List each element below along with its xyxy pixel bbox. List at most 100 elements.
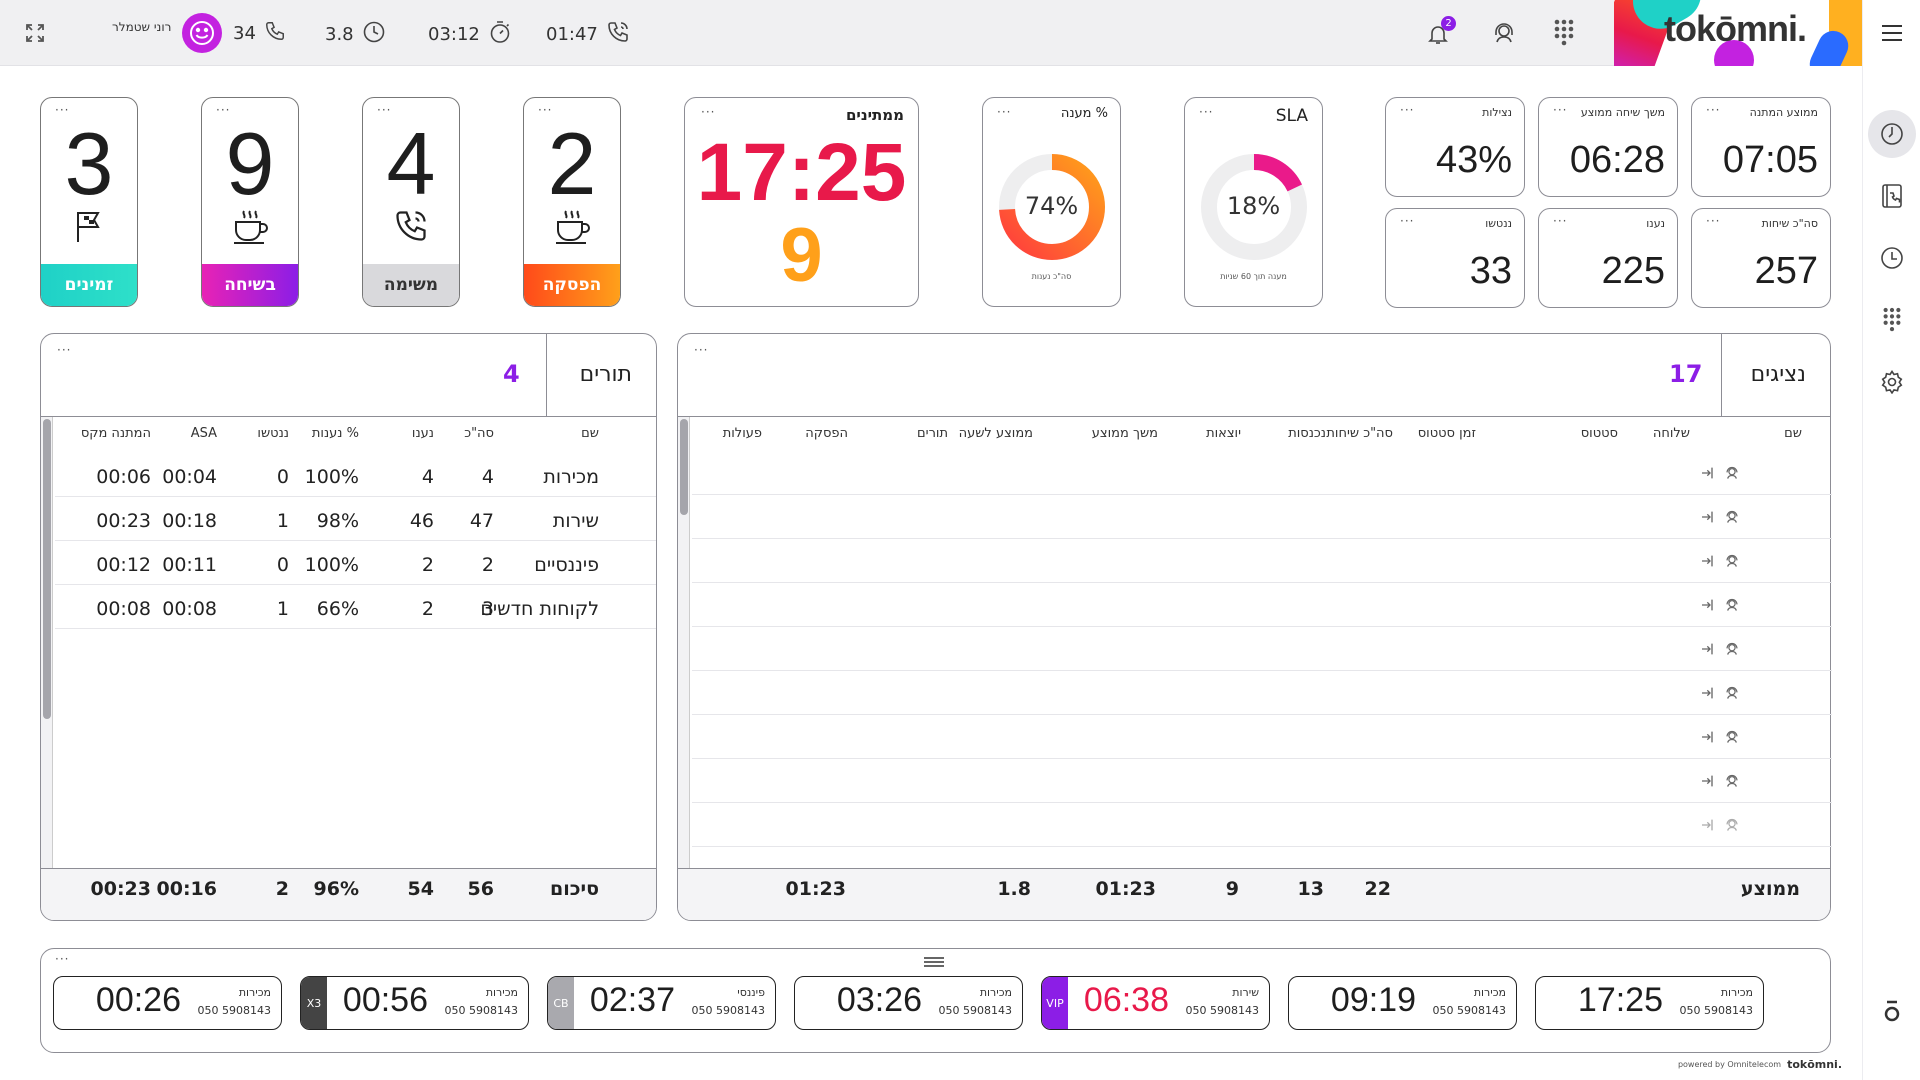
logout-icon[interactable] xyxy=(1700,553,1716,573)
stat-card[interactable]: ··· נצילות 43% xyxy=(1385,97,1525,197)
listen-icon[interactable] xyxy=(1724,509,1740,529)
queue-name[interactable]: שירות xyxy=(553,510,599,532)
logo-text: tokōmni. xyxy=(1664,8,1807,49)
logout-icon[interactable] xyxy=(1700,773,1716,793)
sla-card[interactable]: ··· SLA 18% מענה תוך 60 שניות xyxy=(1184,97,1323,307)
queue-name[interactable]: מכירות xyxy=(543,466,599,488)
agents-col-header[interactable]: שלוחה xyxy=(1653,426,1690,441)
tokomni-o-icon[interactable] xyxy=(1881,998,1903,1024)
phonebook-nav-icon[interactable] xyxy=(1879,182,1905,210)
logout-icon[interactable] xyxy=(1700,641,1716,661)
waiting-call-card[interactable]: מכירות 050 5908143 03:26 xyxy=(794,976,1023,1030)
queues-scrollbar[interactable] xyxy=(41,417,53,869)
waiting-call-card[interactable]: VIP שירות 050 5908143 06:38 xyxy=(1041,976,1270,1030)
queue-cell: 0 xyxy=(276,554,289,576)
menu-dots-icon[interactable]: ··· xyxy=(538,104,552,116)
agents-col-header[interactable]: נכנסות xyxy=(1288,426,1326,441)
menu-dots-icon[interactable]: ··· xyxy=(1706,215,1720,227)
menu-dots-icon[interactable]: ··· xyxy=(701,106,715,118)
hamburger-menu-icon[interactable] xyxy=(1879,22,1905,44)
logout-icon[interactable] xyxy=(1700,597,1716,617)
logout-icon[interactable] xyxy=(1700,465,1716,485)
menu-dots-icon[interactable]: ··· xyxy=(1400,104,1414,116)
agents-col-header[interactable]: תורים xyxy=(917,426,948,441)
agent-state-card[interactable]: ··· 2 הפסקה xyxy=(523,97,621,307)
stat-card[interactable]: ··· ננטשו 33 xyxy=(1385,208,1525,308)
waiting-call-card[interactable]: מכירות 050 5908143 17:25 xyxy=(1535,976,1764,1030)
queues-col-header[interactable]: נענו xyxy=(412,426,434,441)
queue-name[interactable]: לקוחות חדשים xyxy=(480,598,599,620)
avg-time-group: 3.8 xyxy=(325,20,386,49)
dialpad-icon[interactable] xyxy=(1550,17,1578,49)
menu-dots-icon[interactable]: ··· xyxy=(55,953,69,965)
answer-rate-value: 74% xyxy=(1024,192,1079,220)
listen-icon[interactable] xyxy=(1724,465,1740,485)
agents-col-header[interactable]: פעולות xyxy=(723,426,762,441)
menu-dots-icon[interactable]: ··· xyxy=(1553,215,1567,227)
agents-col-header[interactable]: שם xyxy=(1784,426,1802,441)
menu-dots-icon[interactable]: ··· xyxy=(216,104,230,116)
agents-col-header[interactable]: סטטוס xyxy=(1581,426,1618,441)
agents-col-header[interactable]: זמן סטטוס xyxy=(1418,426,1476,441)
menu-dots-icon[interactable]: ··· xyxy=(377,104,391,116)
answer-rate-card[interactable]: ··· % מענה 74% סה"כ נענות xyxy=(982,97,1121,307)
call-queue: מכירות xyxy=(1473,986,1506,999)
agent-state-card[interactable]: ··· 4 משימה xyxy=(362,97,460,307)
queue-cell: 2 xyxy=(481,554,494,576)
agent-state-card[interactable]: ··· 9 בשיחה xyxy=(201,97,299,307)
listen-icon[interactable] xyxy=(1724,729,1740,749)
logout-icon[interactable] xyxy=(1700,509,1716,529)
stat-card[interactable]: ··· ממוצע המתנה 07:05 xyxy=(1691,97,1831,197)
queues-col-header[interactable]: המתנה מקס xyxy=(81,426,151,441)
agent-state-card[interactable]: ··· 3 זמינים xyxy=(40,97,138,307)
agents-col-header[interactable]: סה"כ שיחות xyxy=(1326,426,1393,441)
drag-handle-icon[interactable] xyxy=(923,953,945,972)
listen-icon[interactable] xyxy=(1724,597,1740,617)
timer1: 03:12 xyxy=(428,24,480,45)
logout-icon[interactable] xyxy=(1700,729,1716,749)
fullscreen-icon[interactable] xyxy=(22,20,48,46)
queues-col-header[interactable]: % נענות xyxy=(312,426,359,441)
support-agent-icon[interactable] xyxy=(1490,19,1518,47)
menu-dots-icon[interactable]: ··· xyxy=(57,344,71,356)
listen-icon[interactable] xyxy=(1724,773,1740,793)
menu-dots-icon[interactable]: ··· xyxy=(997,106,1011,118)
agents-col-header[interactable]: ממוצע לשעה xyxy=(959,426,1033,441)
menu-dots-icon[interactable]: ··· xyxy=(1553,104,1567,116)
queues-col-header[interactable]: סה"כ xyxy=(464,426,494,441)
waiting-card[interactable]: ··· ממתינים 17:25 9 xyxy=(684,97,919,307)
waiting-call-card[interactable]: מכירות 050 5908143 09:19 xyxy=(1288,976,1517,1030)
agents-col-header[interactable]: יוצאות xyxy=(1206,426,1241,441)
agents-col-header[interactable]: משך ממוצע xyxy=(1092,426,1158,441)
settings-nav-icon[interactable] xyxy=(1879,368,1905,396)
listen-icon[interactable] xyxy=(1724,553,1740,573)
menu-dots-icon[interactable]: ··· xyxy=(1400,215,1414,227)
stat-card[interactable]: ··· סה"כ שיחות 257 xyxy=(1691,208,1831,308)
logout-icon[interactable] xyxy=(1700,685,1716,705)
dashboard-nav-icon[interactable] xyxy=(1868,110,1916,158)
stat-card[interactable]: ··· נענו 225 xyxy=(1538,208,1678,308)
history-nav-icon[interactable] xyxy=(1879,244,1905,272)
menu-dots-icon[interactable]: ··· xyxy=(55,104,69,116)
listen-icon[interactable] xyxy=(1724,685,1740,705)
menu-dots-icon[interactable]: ··· xyxy=(1199,106,1213,118)
waiting-call-card[interactable]: מכירות 050 5908143 00:26 xyxy=(53,976,282,1030)
dialpad-nav-icon[interactable] xyxy=(1879,304,1905,336)
logout-icon[interactable] xyxy=(1700,817,1716,837)
call-wait-time: 00:26 xyxy=(95,981,181,1019)
queues-col-header[interactable]: ננטשו xyxy=(257,426,289,441)
queue-name[interactable]: פיננסיים xyxy=(534,554,599,576)
agents-col-header[interactable]: הפסקה xyxy=(805,426,848,441)
menu-dots-icon[interactable]: ··· xyxy=(1706,104,1720,116)
waiting-call-card[interactable]: X3 מכירות 050 5908143 00:56 xyxy=(300,976,529,1030)
agent-avatar[interactable] xyxy=(182,13,222,53)
bell-icon[interactable]: 2 xyxy=(1424,16,1456,48)
queues-col-header[interactable]: ASA xyxy=(191,426,217,441)
waiting-call-card[interactable]: CB פיננסי 050 5908143 02:37 xyxy=(547,976,776,1030)
listen-icon[interactable] xyxy=(1724,641,1740,661)
queues-col-header[interactable]: שם xyxy=(581,426,599,441)
stat-card[interactable]: ··· משך שיחה ממוצע 06:28 xyxy=(1538,97,1678,197)
call-tag: VIP xyxy=(1042,977,1068,1029)
queue-cell: 4 xyxy=(421,466,434,488)
listen-icon[interactable] xyxy=(1724,817,1740,837)
